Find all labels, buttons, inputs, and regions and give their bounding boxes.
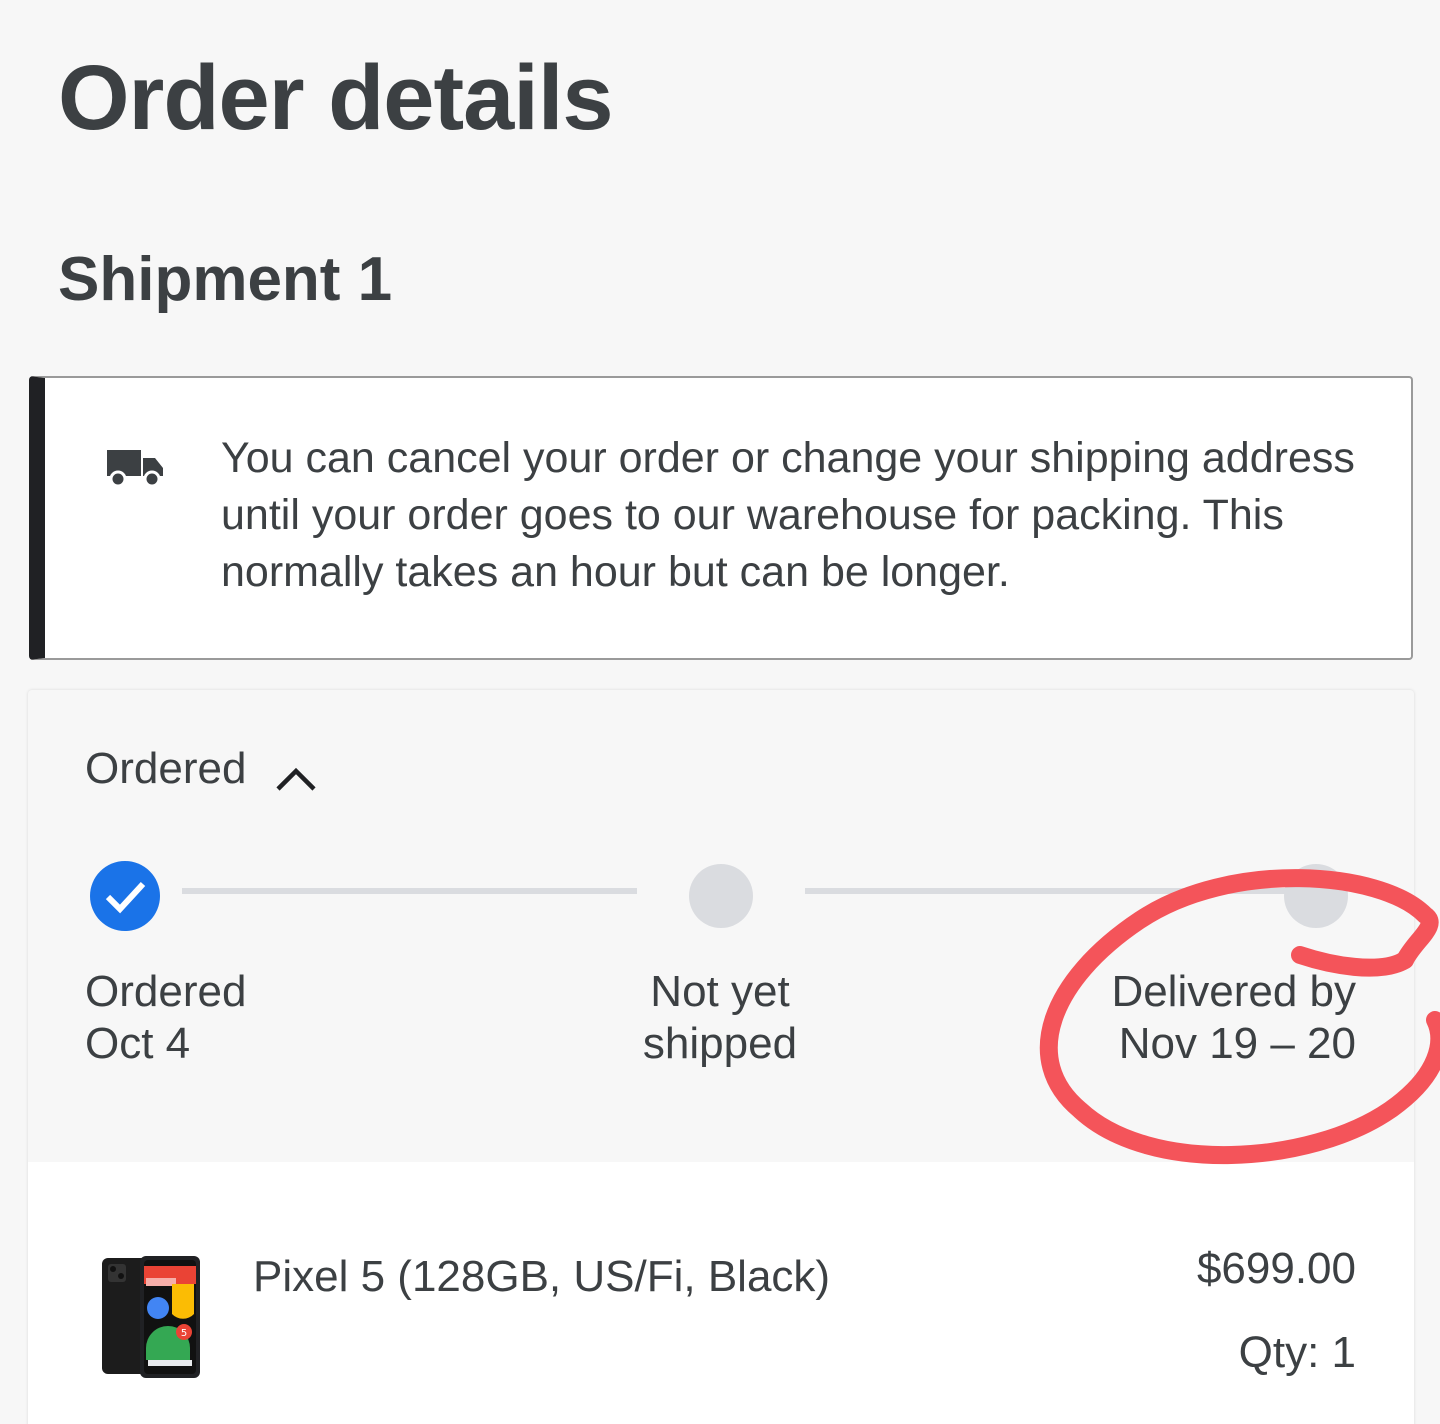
status-toggle[interactable]: Ordered: [85, 744, 318, 794]
status-label: Ordered: [85, 744, 247, 793]
step-shipped-dot: [689, 864, 753, 928]
product-name[interactable]: Pixel 5 (128GB, US/Fi, Black): [253, 1252, 830, 1302]
step-shipped-subtitle: shipped: [642, 1019, 798, 1068]
step-delivered-title: Delivered by: [1111, 967, 1356, 1016]
order-item-row[interactable]: 5 Pixel 5 (128GB, US/Fi, Black) $699.00 …: [28, 1162, 1414, 1424]
progress-line-2: [805, 888, 1285, 894]
step-shipped-label: Not yet shipped: [600, 966, 840, 1070]
step-shipped-title: Not yet: [650, 967, 790, 1016]
truck-icon: [103, 444, 167, 492]
step-ordered-check-icon: [90, 861, 160, 931]
shipment-status-card: Ordered Ordered Oct 4 Not yet shipped De…: [28, 690, 1414, 1424]
page-title: Order details: [58, 47, 614, 149]
step-delivered-date: Nov 19 – 20: [1118, 1019, 1356, 1068]
step-ordered-label: Ordered Oct 4: [85, 966, 246, 1070]
product-price: $699.00: [1196, 1244, 1356, 1293]
step-ordered-title: Ordered: [85, 967, 247, 1016]
notice-text: You can cancel your order or change your…: [221, 434, 1355, 596]
shipment-title: Shipment 1: [58, 245, 393, 314]
svg-text:5: 5: [181, 1328, 187, 1339]
step-delivered-dot: [1284, 864, 1348, 928]
step-ordered-date: Oct 4: [85, 1019, 191, 1068]
product-quantity: Qty: 1: [1238, 1328, 1356, 1377]
order-details-page: Order details Shipment 1 You can cancel …: [0, 0, 1440, 1424]
step-delivered-label: Delivered by Nov 19 – 20: [1111, 966, 1356, 1070]
progress-line-1: [182, 888, 637, 894]
chevron-up-icon: [274, 754, 318, 791]
shipping-notice-banner: You can cancel your order or change your…: [29, 376, 1413, 660]
pixel-5-phone-image: 5: [102, 1256, 202, 1380]
